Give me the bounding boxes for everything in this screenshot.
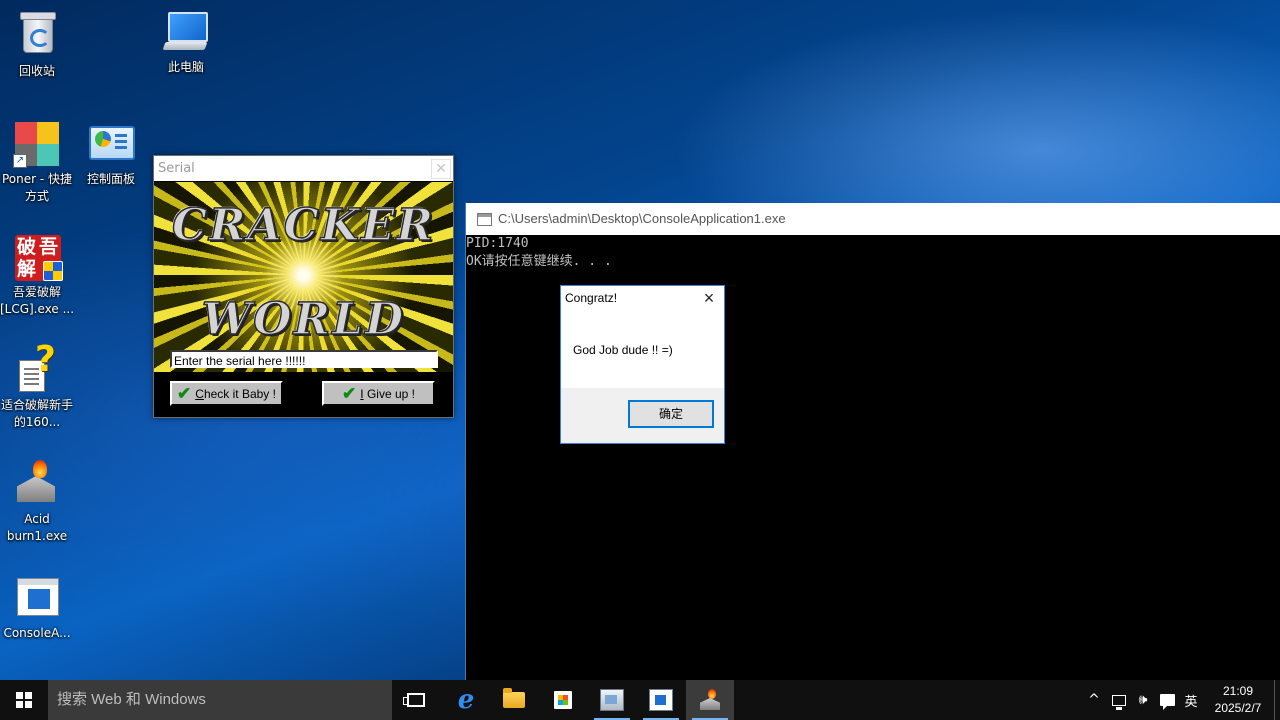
close-icon[interactable]: × [700, 288, 718, 308]
52pojie-app-icon: 破 吾 解 [13, 233, 63, 281]
desktop-icon-label: 控制面板 [86, 172, 135, 186]
chevron-up-icon: ^ [1088, 692, 1100, 708]
volume-button[interactable]: 🕪 [1132, 680, 1154, 720]
serial-title-bar[interactable]: Serial ✕ [154, 156, 453, 181]
console-output[interactable]: PID:1740 OK请按任意键继续. . . [466, 235, 1280, 271]
dialog-message: God Job dude !! =) [573, 343, 673, 357]
shortcut-arrow-icon: ↗ [13, 154, 27, 168]
search-box[interactable]: 搜索 Web 和 Windows [48, 680, 392, 720]
clock-time: 21:09 [1222, 684, 1254, 698]
check-button[interactable]: ✔ Check it Baby ! [170, 381, 283, 406]
help-document-icon: ? [13, 340, 61, 394]
icon-glyph: 吾 [39, 236, 59, 258]
taskbar-serial-app[interactable] [588, 680, 636, 720]
console-title-bar[interactable]: C:\Users\admin\Desktop\ConsoleApplicatio… [466, 203, 1280, 235]
desktop-icon-label: 此电脑 [167, 60, 204, 74]
desktop-icon-52pojie[interactable]: 破 吾 解 吾爱破解[LCG].exe ... [0, 233, 75, 318]
console-app-icon [13, 574, 61, 622]
console-line: PID:1740 [466, 236, 529, 251]
acid-burn-app-icon [13, 460, 61, 508]
speaker-icon: 🕪 [1138, 692, 1148, 708]
show-desktop-button[interactable] [1274, 680, 1280, 720]
dialog-title-bar[interactable]: Congratz! × [561, 286, 724, 310]
clock[interactable]: 21:09 2025/2/7 [1206, 680, 1270, 720]
close-icon[interactable]: ✕ [431, 159, 451, 179]
folder-icon [503, 688, 525, 708]
desktop-icon-label: Poner - 快捷方式 [1, 172, 73, 203]
ime-indicator: 英 [1184, 694, 1198, 710]
serial-input[interactable]: Enter the serial here !!!!!! [170, 350, 438, 368]
desktop-icon-160-crackmes[interactable]: ? 适合破解新手的160... [0, 340, 75, 431]
desktop-icon-poner-shortcut[interactable]: ↗ Poner - 快捷方式 [0, 120, 75, 205]
ok-button[interactable]: 确定 [628, 400, 714, 428]
console-line: OK请按任意键继续. . . [466, 254, 612, 269]
taskbar-acid-burn[interactable] [686, 680, 734, 720]
edge-browser-icon: e [457, 685, 475, 715]
network-icon [1112, 694, 1126, 710]
crackme-app-icon [600, 689, 624, 711]
desktop-icon-label: ConsoleA... [3, 626, 71, 640]
button-label: Check it Baby ! [195, 386, 276, 401]
congratz-dialog: Congratz! × God Job dude !! =) 确定 [560, 285, 725, 444]
dialog-footer: 确定 [561, 388, 724, 443]
windows-logo-icon [16, 692, 32, 708]
poner-app-icon: ↗ [13, 120, 61, 168]
taskbar-edge[interactable]: e [442, 680, 490, 720]
acid-burn-app-icon [699, 689, 721, 711]
start-button[interactable] [0, 680, 48, 720]
banner-subtitle: WORLD [201, 293, 406, 346]
store-icon [554, 691, 572, 709]
desktop-icon-this-pc[interactable]: 此电脑 [148, 8, 224, 76]
control-panel-icon [87, 120, 135, 168]
icon-glyph: 解 [17, 258, 37, 280]
recycle-bin-icon [13, 12, 61, 60]
clock-date: 2025/2/7 [1214, 701, 1262, 715]
checkmark-icon: ✔ [342, 383, 357, 403]
desktop-icon-acid-burn[interactable]: Acid burn1.exe [0, 460, 75, 545]
taskbar: 搜索 Web 和 Windows e ^ 🕪 英 21:09 2025/2/7 [0, 680, 1280, 720]
console-window-icon [477, 213, 492, 226]
banner-title: CRACKER [171, 199, 436, 252]
desktop-icon-control-panel[interactable]: 控制面板 [73, 120, 149, 188]
checkmark-icon: ✔ [177, 383, 192, 403]
desktop-icon-label: 适合破解新手的160... [0, 398, 73, 429]
network-button[interactable] [1108, 680, 1130, 720]
dialog-title: Congratz! [565, 291, 618, 305]
uac-shield-icon [43, 261, 63, 281]
computer-icon [162, 8, 210, 56]
serial-window: Serial ✕ CRACKER WORLD Enter the serial … [153, 155, 454, 418]
taskbar-console-app[interactable] [637, 680, 685, 720]
window-title: Serial [158, 161, 195, 176]
button-label: I Give up ! [360, 386, 415, 401]
desktop-icon-label: 吾爱破解[LCG].exe ... [0, 285, 75, 316]
desktop-icon-label: Acid burn1.exe [6, 512, 68, 543]
window-title: C:\Users\admin\Desktop\ConsoleApplicatio… [498, 211, 786, 226]
cracker-world-banner: CRACKER WORLD [154, 182, 453, 372]
desktop-icon-label: 回收站 [18, 64, 55, 78]
notification-icon [1159, 694, 1175, 710]
input-method-button[interactable]: 英 [1180, 680, 1202, 720]
action-center-button[interactable] [1156, 680, 1178, 720]
give-up-button[interactable]: ✔ I Give up ! [322, 381, 435, 406]
task-view-button[interactable] [392, 680, 440, 720]
task-view-icon [403, 693, 425, 707]
desktop-icon-console-app[interactable]: ConsoleA... [0, 574, 75, 642]
taskbar-file-explorer[interactable] [490, 680, 538, 720]
taskbar-store[interactable] [539, 680, 587, 720]
console-app-icon [649, 689, 673, 711]
desktop-icon-recycle-bin[interactable]: 回收站 [0, 8, 75, 80]
show-hidden-icons-button[interactable]: ^ [1084, 680, 1104, 720]
icon-glyph: 破 [17, 236, 37, 258]
